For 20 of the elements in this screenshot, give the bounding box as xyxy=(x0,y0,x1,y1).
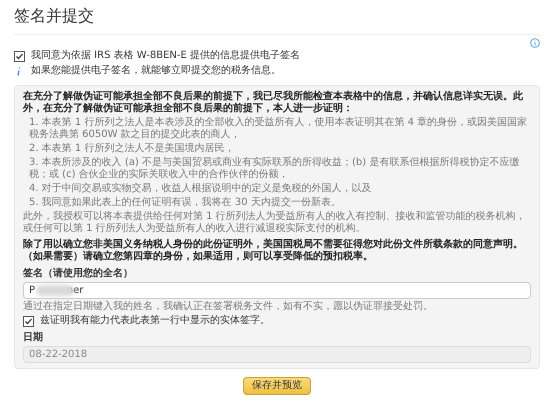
checkbox[interactable] xyxy=(23,316,34,326)
certification-item: 1. 本表第 1 行所列之法人是本表涉及的全部收入的受益所有人，使用本表证明其在第 4 章的身份，或因美国国家税务法典第 6050W 款之目的提交此表的商人， xyxy=(28,117,528,141)
checkbox[interactable] xyxy=(14,50,25,62)
certification-item: 5. 我同意如果此表上的任何证明有误，我将在 30 天内提交一份新表。 xyxy=(28,197,342,209)
signature-hint: 通过在指定日期键入我的姓名，我确认正在签署税务文件，如有不实，愿以伪证罪接受处罚。 xyxy=(23,301,434,313)
info-icon[interactable] xyxy=(530,38,540,48)
certification-item: 4. 对于中间交易或实物交易，收益人根据说明中的定义是免税的外国人，以及 xyxy=(28,183,373,195)
signature-field[interactable]: P ner xyxy=(23,282,531,299)
certification-item: 2. 本表第 1 行所列之法人不是美国境内居民， xyxy=(28,143,236,155)
date-label: 日期 xyxy=(23,332,44,344)
info-note: 如果您能提供电子签名，就能够立即提交您的税务信息。 xyxy=(31,65,281,77)
checkbox-label: 我同意为依据 IRS 表格 W-8BEN-E 提供的信息提供电子签名 xyxy=(31,50,300,62)
signature-label: 签名（请使用您的全名） xyxy=(23,268,134,280)
save-preview-button[interactable]: 保存并预览 xyxy=(243,377,311,395)
notice-text: 除了用以确立您非美国义务纳税人身份的此份证明外，美国国税局不需要征得您对此份文件所载条款的同意声明。（如果需要）请确立您第四章的身份，如果适用，则可以享受降低的预扣税率。 xyxy=(23,239,524,263)
authorization-text: 此外，我授权可以将本表提供给任何对第 1 行所列法人为受益所有人的收入有控制、接收和监管功能的税务机构，或任何可以第 1 行所列法人为受益所有人的收入进行减退税实际支付的机构。 xyxy=(23,211,527,235)
certification-item: 3. 本表所涉及的收入 (a) 不是与美国贸易或商业有实际联系的所得收益；(b) 是有联系但根据所得税协定不应缴税；或 (c) 合伙企业的实际关联收入中的合作伙伴的份额， xyxy=(28,157,520,181)
page-title: 签名并提交 xyxy=(14,6,95,26)
checkbox-label: 兹证明我有能力代表此表第一行中显示的实体签字。 xyxy=(40,315,270,327)
certification-intro: 在充分了解做伪证可能承担全部不良后果的前提下，我已尽我所能检查本表格中的信息，并确认信息详实无误。此外，在充分了解做伪证可能承担全部不良后果的前提下，本人进一步证明： xyxy=(23,91,524,115)
